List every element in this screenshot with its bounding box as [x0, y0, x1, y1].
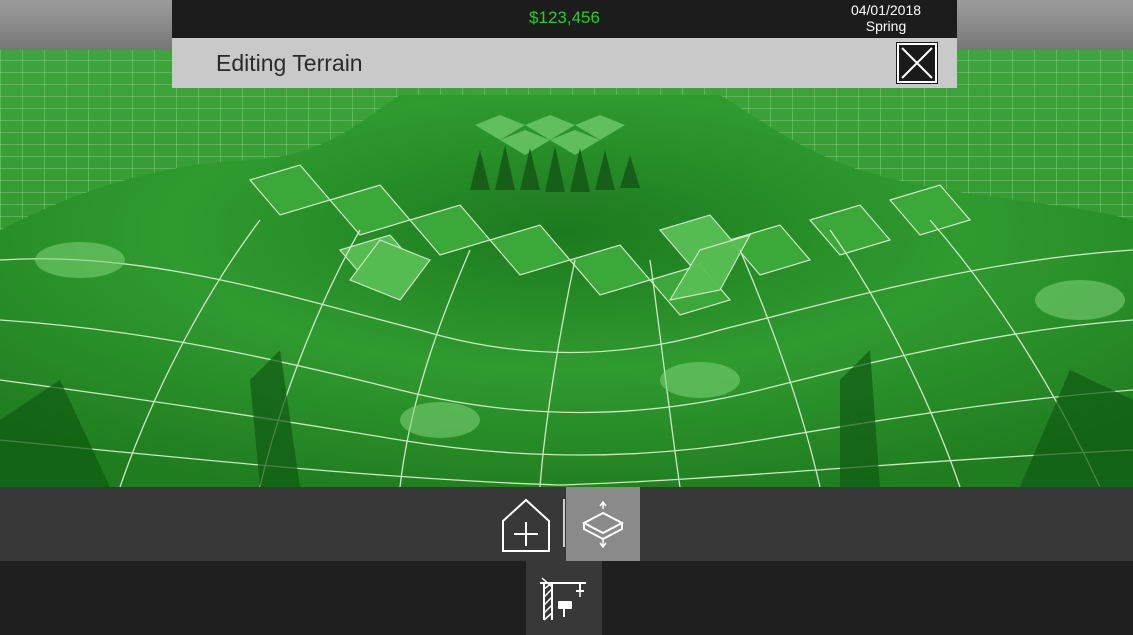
edit-mode-panel: Editing Terrain [172, 38, 957, 88]
construction-button[interactable] [526, 561, 602, 635]
close-x-icon [901, 47, 933, 79]
close-button[interactable] [896, 42, 938, 84]
tool-divider [563, 499, 565, 547]
terrain-edit-button[interactable] [566, 487, 640, 561]
money-display: $123,456 [529, 8, 600, 27]
status-bar: $123,456 04/01/2018 Spring [172, 0, 957, 38]
terrain-raise-lower-icon [581, 500, 625, 549]
season-text: Spring [865, 18, 907, 34]
build-bar [0, 561, 1133, 635]
date-display: 04/01/2018 Spring [841, 2, 931, 34]
edit-mode-title: Editing Terrain [216, 50, 363, 76]
game-screen: $123,456 04/01/2018 Spring Editing Terra… [0, 0, 1133, 635]
crane-icon [540, 565, 586, 621]
date-text: 04/01/2018 [850, 2, 922, 18]
add-building-button[interactable] [496, 494, 556, 554]
house-plus-icon [502, 498, 550, 552]
tool-bar [0, 487, 1133, 561]
